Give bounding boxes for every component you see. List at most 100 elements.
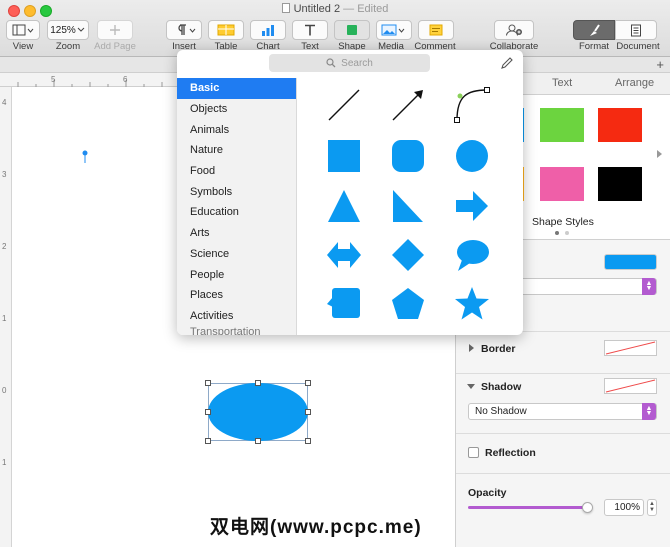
callout-square-shape[interactable] [325, 285, 363, 323]
opacity-slider-knob[interactable] [582, 502, 593, 513]
curve-shape[interactable] [453, 86, 491, 124]
shape-selection-box[interactable] [208, 383, 308, 441]
media-button[interactable] [376, 20, 412, 40]
resize-handle[interactable] [305, 438, 311, 444]
window-title: Untitled 2 — Edited [0, 3, 670, 15]
window-toolbar: Untitled 2 — Edited View 125% Zoom Add P… [0, 0, 670, 57]
opacity-field[interactable]: 100% [604, 499, 644, 516]
disclosure-down-icon[interactable] [467, 383, 475, 391]
style-swatch-black[interactable] [598, 167, 642, 201]
resize-handle[interactable] [255, 438, 261, 444]
border-color-well[interactable] [604, 340, 657, 356]
category-education[interactable]: Education [177, 202, 296, 223]
category-animals[interactable]: Animals [177, 119, 296, 140]
text-box-icon [305, 24, 315, 36]
sidebar-icon [12, 24, 34, 36]
insert-button[interactable] [166, 20, 202, 40]
category-activities[interactable]: Activities [177, 306, 296, 327]
style-swatch-pink[interactable] [540, 167, 584, 201]
tab-arrange[interactable]: Arrange [615, 77, 654, 89]
shadow-select[interactable]: No Shadow ▲ ▼ [468, 403, 657, 420]
shadow-label: Shadow [481, 381, 522, 393]
view-button[interactable] [6, 20, 40, 40]
triangle-shape[interactable] [325, 187, 363, 225]
category-food[interactable]: Food [177, 161, 296, 182]
circle-shape[interactable] [453, 137, 491, 175]
text-cursor-marker[interactable] [79, 148, 91, 164]
shape-button[interactable] [334, 20, 370, 40]
add-tab-button[interactable]: + [656, 57, 664, 72]
arrow-right-shape[interactable] [453, 187, 491, 225]
category-places[interactable]: Places [177, 285, 296, 306]
page-dot[interactable] [565, 231, 569, 235]
border-label: Border [481, 343, 516, 355]
tab-text[interactable]: Text [552, 77, 572, 89]
zoom-select[interactable]: 125% [47, 20, 89, 40]
shape-search-field[interactable]: Search [269, 54, 430, 72]
ruler-mark: 4 [2, 98, 7, 107]
ruler-mark: 0 [2, 386, 7, 395]
document-icon [281, 3, 290, 13]
shadow-color-well[interactable] [604, 378, 657, 394]
category-science[interactable]: Science [177, 244, 296, 265]
star-shape[interactable] [453, 285, 491, 323]
resize-handle[interactable] [255, 380, 261, 386]
speech-bubble-shape[interactable] [453, 236, 491, 274]
comment-icon [429, 24, 443, 36]
table-icon [217, 24, 235, 36]
double-arrow-shape[interactable] [325, 236, 363, 274]
square-shape[interactable] [325, 137, 363, 175]
style-swatch-red[interactable] [598, 108, 642, 142]
document-label: Document [616, 41, 660, 52]
chevron-right-icon[interactable] [656, 149, 664, 159]
comment-button[interactable] [418, 20, 454, 40]
category-symbols[interactable]: Symbols [177, 181, 296, 202]
resize-handle[interactable] [205, 409, 211, 415]
add-person-icon [506, 24, 522, 36]
ruler-mark: 3 [2, 170, 7, 179]
right-triangle-shape[interactable] [389, 187, 427, 225]
category-objects[interactable]: Objects [177, 99, 296, 120]
resize-handle[interactable] [305, 380, 311, 386]
chevron-updown-icon: ▲ ▼ [642, 278, 656, 295]
pentagon-shape[interactable] [389, 285, 427, 323]
chart-button[interactable] [250, 20, 286, 40]
search-icon [326, 58, 336, 68]
line-shape[interactable] [325, 86, 363, 124]
arrow-line-shape[interactable] [389, 86, 427, 124]
style-swatch-green[interactable] [540, 108, 584, 142]
shape-category-list: Basic Objects Animals Nature Food Symbol… [177, 78, 297, 335]
category-basic[interactable]: Basic [177, 78, 296, 99]
format-button[interactable] [573, 20, 615, 40]
pen-draw-icon[interactable] [500, 56, 514, 70]
rounded-square-shape[interactable] [389, 137, 427, 175]
bar-chart-icon [262, 25, 274, 36]
fill-color-well[interactable] [604, 254, 657, 270]
category-arts[interactable]: Arts [177, 223, 296, 244]
category-people[interactable]: People [177, 264, 296, 285]
chevron-down-icon [77, 27, 85, 32]
diamond-shape[interactable] [389, 236, 427, 274]
opacity-stepper[interactable]: ▲ ▼ [647, 499, 657, 516]
table-button[interactable] [208, 20, 244, 40]
watermark-text: 双电网(www.pcpc.me) [210, 512, 422, 539]
opacity-slider-track[interactable] [468, 506, 588, 509]
ellipse-shape[interactable] [208, 383, 308, 441]
shape-grid [297, 78, 523, 335]
resize-handle[interactable] [205, 380, 211, 386]
collaborate-button[interactable] [494, 20, 534, 40]
resize-handle[interactable] [205, 438, 211, 444]
text-button[interactable] [292, 20, 328, 40]
resize-handle[interactable] [305, 409, 311, 415]
paragraph-icon [178, 24, 196, 35]
add-page-label: Add Page [94, 41, 136, 52]
reflection-checkbox[interactable] [468, 447, 479, 458]
document-button[interactable] [615, 20, 657, 40]
fill-type-select[interactable]: ▲ ▼ [520, 278, 657, 295]
disclosure-right-icon[interactable] [468, 344, 476, 352]
add-page-button[interactable] [97, 20, 133, 40]
category-nature[interactable]: Nature [177, 140, 296, 161]
ruler-mark: 5 [51, 75, 56, 84]
category-transportation[interactable]: Transportation [177, 326, 296, 335]
page-dot[interactable] [555, 231, 559, 235]
